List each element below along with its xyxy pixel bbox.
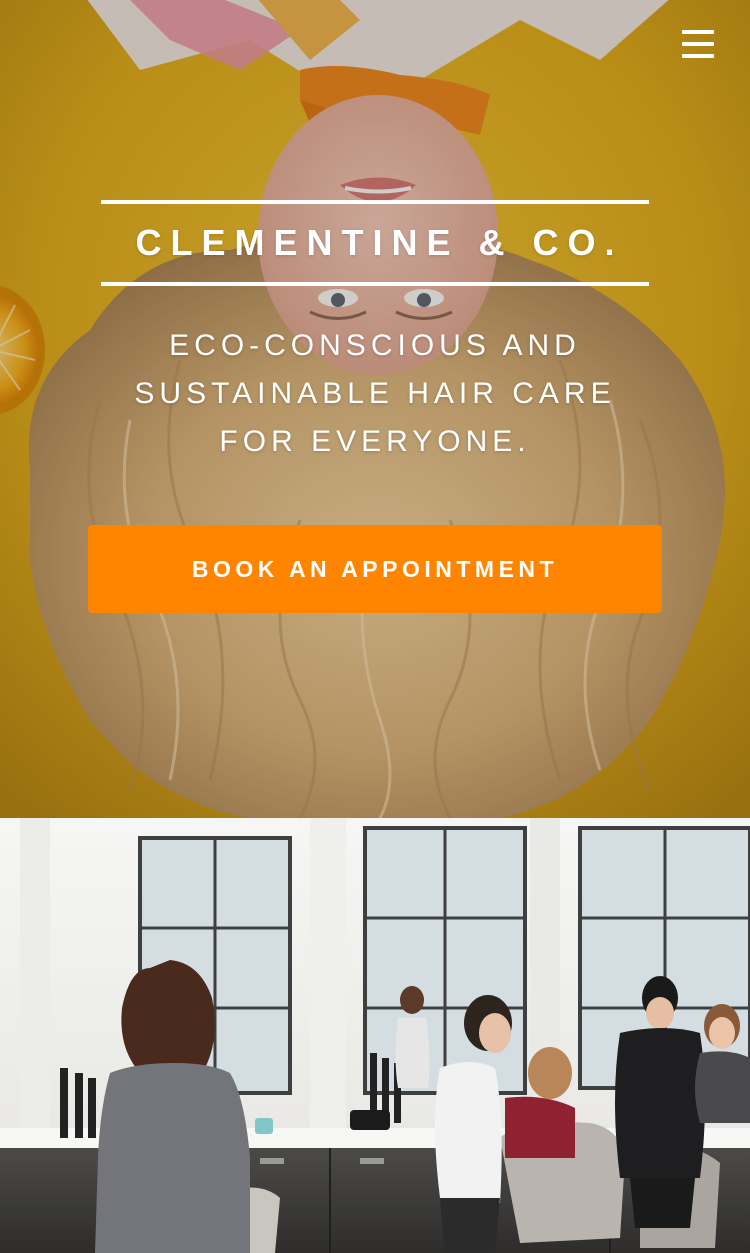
- salon-photo-section: [0, 818, 750, 1253]
- brand-block: CLEMENTINE & CO.: [101, 200, 649, 286]
- book-appointment-button[interactable]: BOOK AN APPOINTMENT: [88, 525, 662, 613]
- hero-section: CLEMENTINE & CO. ECO-CONSCIOUS AND SUSTA…: [0, 0, 750, 818]
- salon-photo: [0, 818, 750, 1253]
- tagline-line-3: FOR EVERYONE.: [219, 425, 531, 458]
- hamburger-menu-icon[interactable]: [682, 28, 716, 60]
- page: CLEMENTINE & CO. ECO-CONSCIOUS AND SUSTA…: [0, 0, 750, 1253]
- tagline-line-2: SUSTAINABLE HAIR CARE: [134, 377, 616, 410]
- brand-title: CLEMENTINE & CO.: [135, 222, 624, 263]
- tagline-line-1: ECO-CONSCIOUS AND: [169, 329, 581, 362]
- tagline: ECO-CONSCIOUS AND SUSTAINABLE HAIR CARE …: [75, 322, 675, 466]
